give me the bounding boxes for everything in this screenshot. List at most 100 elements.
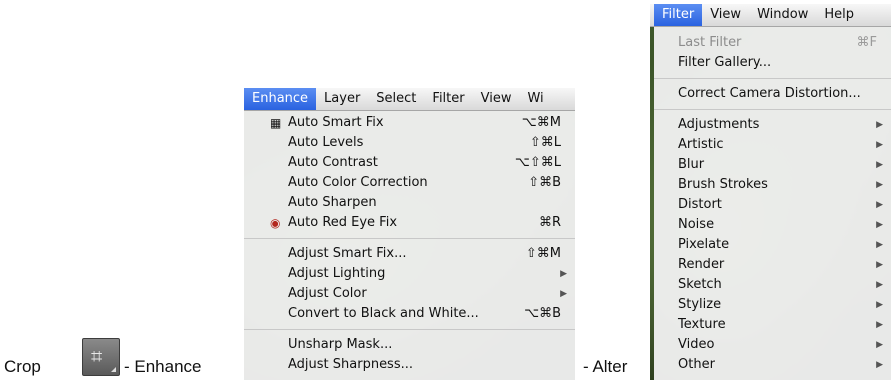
menu-item-label: Auto Color Correction	[288, 175, 428, 190]
menu-item-label: Render	[678, 257, 725, 272]
menu-separator	[244, 238, 575, 239]
filter-item-correct-camera-distortion[interactable]: Correct Camera Distortion...	[654, 84, 891, 104]
filter-menubar-filter[interactable]: Filter	[654, 4, 703, 26]
enhance-menubar-wi[interactable]: Wi	[519, 88, 551, 110]
menu-item-label: Filter Gallery...	[678, 55, 772, 70]
menu-item-shortcut: ⌥⌘M	[521, 115, 561, 130]
submenu-arrow-icon: ▶	[876, 140, 883, 150]
filter-item-pixelate[interactable]: Pixelate ▶	[654, 235, 891, 255]
submenu-arrow-icon: ▶	[876, 280, 883, 290]
smart-fix-icon: ▦	[270, 116, 282, 130]
filter-item-blur[interactable]: Blur ▶	[654, 155, 891, 175]
enhance-item-adjust-color[interactable]: Adjust Color ▶	[244, 284, 575, 304]
menu-item-label: Auto Smart Fix	[288, 115, 384, 130]
enhance-menubar: Enhance Layer Select Filter View Wi	[244, 88, 575, 111]
enhance-item-auto-red-eye-fix[interactable]: ◉ Auto Red Eye Fix ⌘R	[244, 213, 575, 233]
menu-item-label: Artistic	[678, 137, 724, 152]
menu-item-shortcut: ⇧⌘M	[525, 246, 561, 261]
menu-item-label: Convert to Black and White...	[288, 306, 479, 321]
filter-item-video[interactable]: Video ▶	[654, 335, 891, 355]
menu-item-label: Auto Red Eye Fix	[288, 215, 398, 230]
menu-item-label: Video	[678, 337, 715, 352]
menu-item-shortcut: ⇧⌘L	[529, 135, 561, 150]
menu-item-label: Auto Levels	[288, 135, 364, 150]
menu-separator	[654, 109, 891, 110]
menu-item-label: Pixelate	[678, 237, 730, 252]
menu-item-shortcut: ⌘F	[856, 35, 877, 50]
menu-item-label: Adjust Sharpness...	[288, 357, 414, 372]
filter-item-stylize[interactable]: Stylize ▶	[654, 295, 891, 315]
menu-item-label: Noise	[678, 217, 715, 232]
filter-item-artistic[interactable]: Artistic ▶	[654, 135, 891, 155]
menu-item-label: Auto Sharpen	[288, 195, 377, 210]
caption-crop: Crop	[4, 357, 41, 376]
enhance-item-auto-smart-fix[interactable]: ▦ Auto Smart Fix ⌥⌘M	[244, 113, 575, 133]
enhance-item-adjust-smart-fix[interactable]: Adjust Smart Fix... ⇧⌘M	[244, 244, 575, 264]
enhance-menubar-select[interactable]: Select	[368, 88, 424, 110]
enhance-item-auto-contrast[interactable]: Auto Contrast ⌥⇧⌘L	[244, 153, 575, 173]
submenu-arrow-icon: ▶	[876, 340, 883, 350]
crop-tool-icon[interactable]: ⌗	[82, 338, 120, 376]
menu-item-shortcut: ⌥⌘B	[524, 306, 561, 321]
filter-item-last-filter[interactable]: Last Filter ⌘F	[654, 33, 891, 53]
menu-item-label: Distort	[678, 197, 722, 212]
filter-menu-panel: Last Filter ⌘F Filter Gallery... Correct Ca…	[654, 27, 891, 380]
menu-item-label: Adjust Color	[288, 286, 367, 301]
menu-item-label: Last Filter	[678, 35, 742, 50]
menu-item-label: Auto Contrast	[288, 155, 378, 170]
filter-menubar-view[interactable]: View	[702, 4, 749, 26]
filter-item-brush-strokes[interactable]: Brush Strokes ▶	[654, 175, 891, 195]
enhance-menubar-layer[interactable]: Layer	[316, 88, 368, 110]
enhance-item-unsharp-mask[interactable]: Unsharp Mask...	[244, 335, 575, 355]
filter-item-sketch[interactable]: Sketch ▶	[654, 275, 891, 295]
caption-enhance: - Enhance	[124, 357, 202, 376]
enhance-menubar-view[interactable]: View	[473, 88, 520, 110]
submenu-arrow-icon: ▶	[876, 220, 883, 230]
enhance-item-convert-to-black-and-white[interactable]: Convert to Black and White... ⌥⌘B	[244, 304, 575, 324]
filter-item-other[interactable]: Other ▶	[654, 355, 891, 375]
menu-item-label: Adjust Lighting	[288, 266, 386, 281]
filter-item-render[interactable]: Render ▶	[654, 255, 891, 275]
filter-menubar-help[interactable]: Help	[816, 4, 862, 26]
red-eye-icon: ◉	[270, 216, 281, 230]
enhance-menubar-enhance[interactable]: Enhance	[244, 88, 317, 110]
enhance-menubar-filter[interactable]: Filter	[424, 88, 472, 110]
menu-item-label: Sketch	[678, 277, 722, 292]
submenu-arrow-icon: ▶	[876, 300, 883, 310]
submenu-arrow-icon: ▶	[876, 120, 883, 130]
submenu-arrow-icon: ▶	[560, 289, 567, 299]
submenu-arrow-icon: ▶	[876, 260, 883, 270]
enhance-item-adjust-lighting[interactable]: Adjust Lighting ▶	[244, 264, 575, 284]
filter-menu-screenshot: Filter View Window Help Last Filter ⌘F Filter…	[650, 4, 891, 380]
filter-menubar: Filter View Window Help	[650, 4, 891, 27]
enhance-item-auto-sharpen[interactable]: Auto Sharpen	[244, 193, 575, 213]
menu-item-shortcut: ⇧⌘B	[528, 175, 561, 190]
crop-glyph-icon: ⌗	[91, 344, 103, 368]
menu-item-shortcut: ⌥⇧⌘L	[514, 155, 561, 170]
menu-separator	[244, 329, 575, 330]
submenu-arrow-icon: ▶	[876, 240, 883, 250]
filter-item-distort[interactable]: Distort ▶	[654, 195, 891, 215]
submenu-arrow-icon: ▶	[876, 320, 883, 330]
menu-item-label: Adjustments	[678, 117, 760, 132]
enhance-item-adjust-sharpness[interactable]: Adjust Sharpness...	[244, 355, 575, 375]
filter-item-texture[interactable]: Texture ▶	[654, 315, 891, 335]
menu-item-label: Unsharp Mask...	[288, 337, 393, 352]
enhance-item-auto-levels[interactable]: Auto Levels ⇧⌘L	[244, 133, 575, 153]
filter-item-noise[interactable]: Noise ▶	[654, 215, 891, 235]
caption-alter: - Alter	[583, 357, 628, 376]
enhance-menu-screenshot: Enhance Layer Select Filter View Wi ▦ Auto Sma…	[244, 88, 575, 380]
submenu-arrow-icon: ▶	[876, 160, 883, 170]
menu-item-label: Correct Camera Distortion...	[678, 86, 861, 101]
menu-item-label: Texture	[678, 317, 726, 332]
filter-item-filter-gallery[interactable]: Filter Gallery...	[654, 53, 891, 73]
menu-item-label: Blur	[678, 157, 705, 172]
enhance-item-auto-color-correction[interactable]: Auto Color Correction ⇧⌘B	[244, 173, 575, 193]
menu-item-label: Stylize	[678, 297, 722, 312]
enhance-menu-panel: ▦ Auto Smart Fix ⌥⌘M Auto Levels ⇧⌘L Auto Con…	[244, 111, 575, 380]
tool-options-corner-icon	[111, 367, 116, 372]
filter-menubar-window[interactable]: Window	[749, 4, 816, 26]
menu-item-label: Brush Strokes	[678, 177, 768, 192]
filter-item-adjustments[interactable]: Adjustments ▶	[654, 115, 891, 135]
menu-item-shortcut: ⌘R	[538, 215, 561, 230]
